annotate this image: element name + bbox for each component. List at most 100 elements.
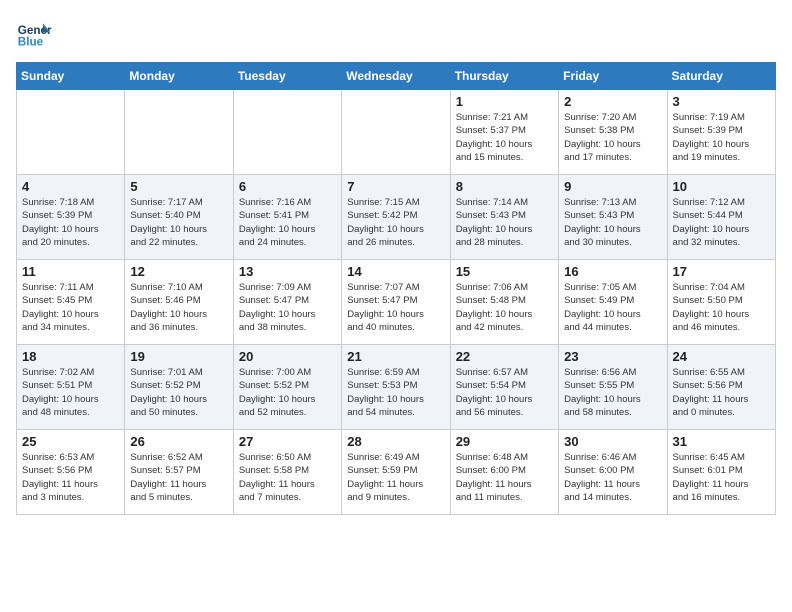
calendar-week-3: 11 Sunrise: 7:11 AM Sunset: 5:45 PM Dayli… [17,260,776,345]
day-number: 20 [239,349,336,364]
logo: General Blue [16,16,56,52]
weekday-header-friday: Friday [559,63,667,90]
calendar-cell: 13 Sunrise: 7:09 AM Sunset: 5:47 PM Dayli… [233,260,341,345]
day-number: 17 [673,264,770,279]
calendar-week-5: 25 Sunrise: 6:53 AM Sunset: 5:56 PM Dayli… [17,430,776,515]
day-info: Sunrise: 7:04 AM Sunset: 5:50 PM Dayligh… [673,281,770,334]
calendar-cell: 2 Sunrise: 7:20 AM Sunset: 5:38 PM Daylig… [559,90,667,175]
day-info: Sunrise: 7:02 AM Sunset: 5:51 PM Dayligh… [22,366,119,419]
calendar-cell [17,90,125,175]
calendar-cell: 9 Sunrise: 7:13 AM Sunset: 5:43 PM Daylig… [559,175,667,260]
calendar-cell: 19Sunrise: 7:01 AM Sunset: 5:52 PM Dayli… [125,345,233,430]
logo-icon: General Blue [16,16,52,52]
calendar-cell: 28 Sunrise: 6:49 AM Sunset: 5:59 PM Dayli… [342,430,450,515]
day-info: Sunrise: 6:45 AM Sunset: 6:01 PM Dayligh… [673,451,770,504]
calendar-cell: 8Sunrise: 7:14 AM Sunset: 5:43 PM Daylig… [450,175,558,260]
day-number: 10 [673,179,770,194]
day-info: Sunrise: 7:18 AM Sunset: 5:39 PM Dayligh… [22,196,119,249]
day-info: Sunrise: 7:13 AM Sunset: 5:43 PM Dayligh… [564,196,661,249]
day-info: Sunrise: 7:12 AM Sunset: 5:44 PM Dayligh… [673,196,770,249]
day-number: 21 [347,349,444,364]
day-info: Sunrise: 7:19 AM Sunset: 5:39 PM Dayligh… [673,111,770,164]
day-number: 22 [456,349,553,364]
calendar-cell: 14 Sunrise: 7:07 AM Sunset: 5:47 PM Dayli… [342,260,450,345]
day-number: 7 [347,179,444,194]
day-info: Sunrise: 7:17 AM Sunset: 5:40 PM Dayligh… [130,196,227,249]
calendar-cell: 17 Sunrise: 7:04 AM Sunset: 5:50 PM Dayli… [667,260,775,345]
day-info: Sunrise: 6:57 AM Sunset: 5:54 PM Dayligh… [456,366,553,419]
calendar-cell: 23Sunrise: 6:56 AM Sunset: 5:55 PM Dayli… [559,345,667,430]
day-info: Sunrise: 7:16 AM Sunset: 5:41 PM Dayligh… [239,196,336,249]
day-number: 28 [347,434,444,449]
calendar-cell: 1 Sunrise: 7:21 AM Sunset: 5:37 PM Daylig… [450,90,558,175]
calendar-cell: 27 Sunrise: 6:50 AM Sunset: 5:58 PM Dayli… [233,430,341,515]
day-info: Sunrise: 7:09 AM Sunset: 5:47 PM Dayligh… [239,281,336,334]
weekday-header-monday: Monday [125,63,233,90]
calendar-cell: 11 Sunrise: 7:11 AM Sunset: 5:45 PM Dayli… [17,260,125,345]
day-number: 13 [239,264,336,279]
day-info: Sunrise: 7:20 AM Sunset: 5:38 PM Dayligh… [564,111,661,164]
day-number: 11 [22,264,119,279]
day-info: Sunrise: 7:11 AM Sunset: 5:45 PM Dayligh… [22,281,119,334]
day-info: Sunrise: 6:55 AM Sunset: 5:56 PM Dayligh… [673,366,770,419]
calendar-cell [342,90,450,175]
day-number: 30 [564,434,661,449]
day-info: Sunrise: 6:59 AM Sunset: 5:53 PM Dayligh… [347,366,444,419]
page-header: General Blue [16,16,776,52]
calendar-cell: 5 Sunrise: 7:17 AM Sunset: 5:40 PM Daylig… [125,175,233,260]
calendar-cell: 12 Sunrise: 7:10 AM Sunset: 5:46 PM Dayli… [125,260,233,345]
day-info: Sunrise: 6:49 AM Sunset: 5:59 PM Dayligh… [347,451,444,504]
day-number: 19 [130,349,227,364]
calendar-cell: 26Sunrise: 6:52 AM Sunset: 5:57 PM Dayli… [125,430,233,515]
calendar-cell: 24 Sunrise: 6:55 AM Sunset: 5:56 PM Dayli… [667,345,775,430]
day-info: Sunrise: 7:10 AM Sunset: 5:46 PM Dayligh… [130,281,227,334]
weekday-header-sunday: Sunday [17,63,125,90]
day-number: 5 [130,179,227,194]
calendar-cell: 16 Sunrise: 7:05 AM Sunset: 5:49 PM Dayli… [559,260,667,345]
calendar-cell [233,90,341,175]
day-info: Sunrise: 7:14 AM Sunset: 5:43 PM Dayligh… [456,196,553,249]
calendar-cell [125,90,233,175]
day-info: Sunrise: 7:07 AM Sunset: 5:47 PM Dayligh… [347,281,444,334]
calendar-week-1: 1 Sunrise: 7:21 AM Sunset: 5:37 PM Daylig… [17,90,776,175]
day-number: 1 [456,94,553,109]
weekday-header-thursday: Thursday [450,63,558,90]
calendar-cell: 15 Sunrise: 7:06 AM Sunset: 5:48 PM Dayli… [450,260,558,345]
calendar-cell: 3Sunrise: 7:19 AM Sunset: 5:39 PM Daylig… [667,90,775,175]
calendar-cell: 30 Sunrise: 6:46 AM Sunset: 6:00 PM Dayli… [559,430,667,515]
calendar-week-2: 4 Sunrise: 7:18 AM Sunset: 5:39 PM Daylig… [17,175,776,260]
day-number: 6 [239,179,336,194]
calendar-cell: 18 Sunrise: 7:02 AM Sunset: 5:51 PM Dayli… [17,345,125,430]
day-number: 18 [22,349,119,364]
day-number: 16 [564,264,661,279]
day-info: Sunrise: 7:15 AM Sunset: 5:42 PM Dayligh… [347,196,444,249]
day-info: Sunrise: 7:06 AM Sunset: 5:48 PM Dayligh… [456,281,553,334]
day-number: 31 [673,434,770,449]
weekday-header-wednesday: Wednesday [342,63,450,90]
day-info: Sunrise: 6:50 AM Sunset: 5:58 PM Dayligh… [239,451,336,504]
day-number: 12 [130,264,227,279]
day-info: Sunrise: 7:21 AM Sunset: 5:37 PM Dayligh… [456,111,553,164]
calendar: SundayMondayTuesdayWednesdayThursdayFrid… [16,62,776,515]
calendar-cell: 7 Sunrise: 7:15 AM Sunset: 5:42 PM Daylig… [342,175,450,260]
day-number: 4 [22,179,119,194]
day-info: Sunrise: 6:48 AM Sunset: 6:00 PM Dayligh… [456,451,553,504]
svg-text:Blue: Blue [18,36,44,49]
day-number: 2 [564,94,661,109]
calendar-cell: 20Sunrise: 7:00 AM Sunset: 5:52 PM Dayli… [233,345,341,430]
weekday-header-row: SundayMondayTuesdayWednesdayThursdayFrid… [17,63,776,90]
day-number: 15 [456,264,553,279]
calendar-cell: 22 Sunrise: 6:57 AM Sunset: 5:54 PM Dayli… [450,345,558,430]
day-info: Sunrise: 7:05 AM Sunset: 5:49 PM Dayligh… [564,281,661,334]
day-info: Sunrise: 6:56 AM Sunset: 5:55 PM Dayligh… [564,366,661,419]
day-info: Sunrise: 6:53 AM Sunset: 5:56 PM Dayligh… [22,451,119,504]
calendar-cell: 29Sunrise: 6:48 AM Sunset: 6:00 PM Dayli… [450,430,558,515]
day-number: 9 [564,179,661,194]
weekday-header-tuesday: Tuesday [233,63,341,90]
calendar-cell: 6 Sunrise: 7:16 AM Sunset: 5:41 PM Daylig… [233,175,341,260]
day-number: 14 [347,264,444,279]
day-number: 25 [22,434,119,449]
day-info: Sunrise: 6:46 AM Sunset: 6:00 PM Dayligh… [564,451,661,504]
day-number: 24 [673,349,770,364]
day-number: 27 [239,434,336,449]
